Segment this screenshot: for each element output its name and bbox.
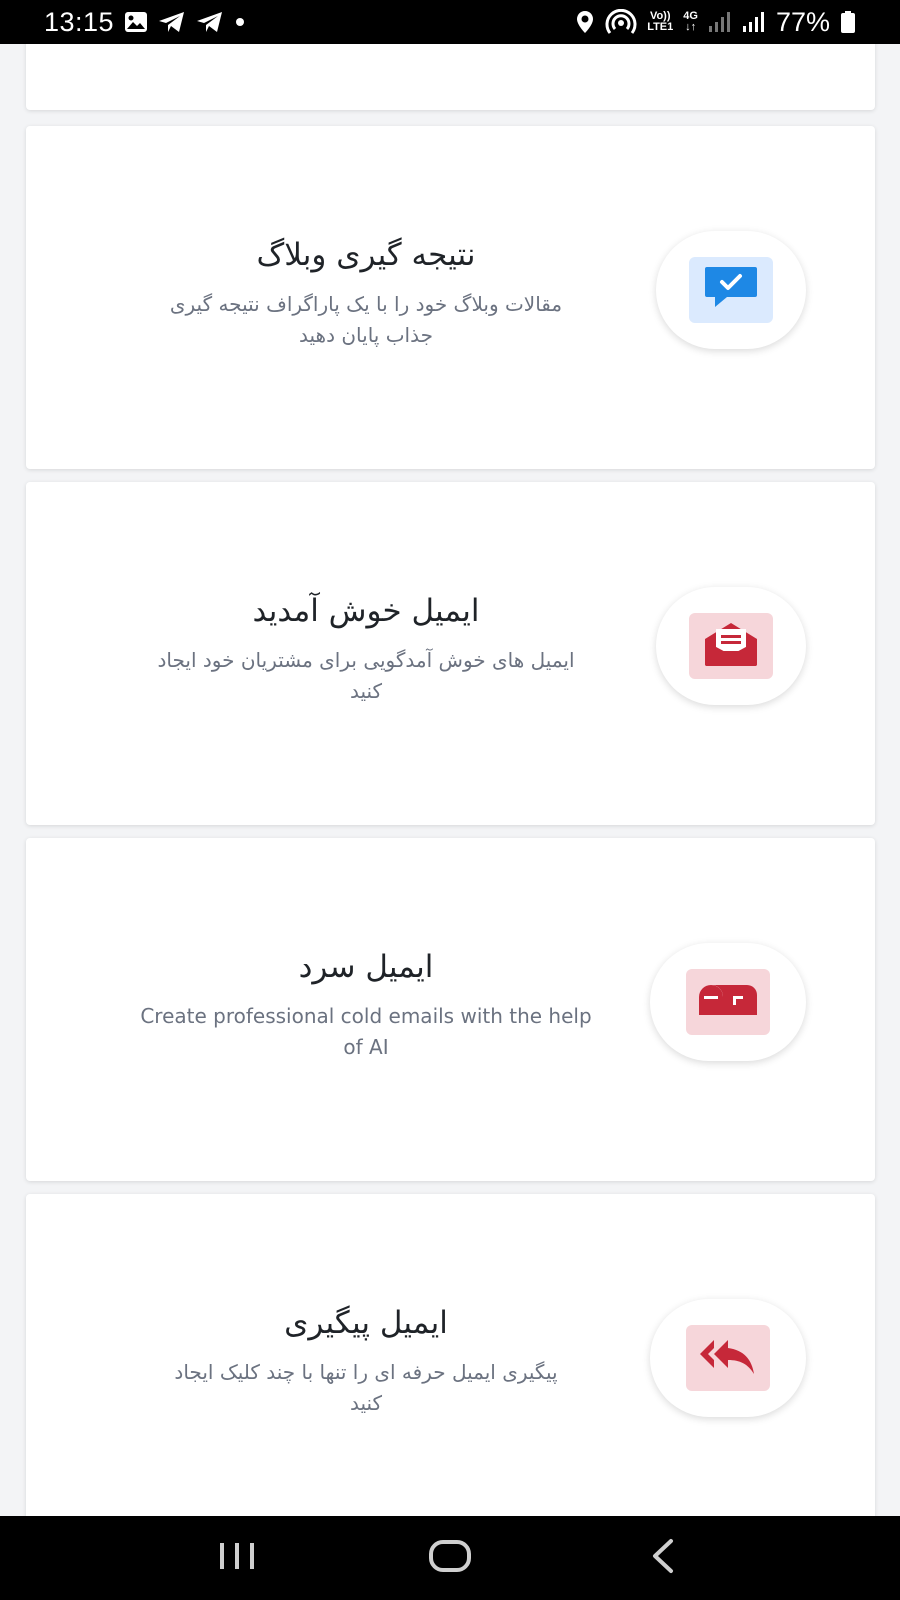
- card-icon-tile: [689, 257, 773, 323]
- card-title: ایمیل خوش آمدید: [252, 593, 480, 629]
- card-description-line: Create professional cold emails with the…: [140, 1004, 592, 1028]
- dot-icon: [234, 16, 246, 28]
- card-icon-tile: [686, 969, 770, 1035]
- lte-label: LTE1: [647, 21, 674, 33]
- card-text: ایمیل خوش آمدید ایمیل های خوش آمدگویی بر…: [86, 589, 646, 707]
- card-followup-email[interactable]: ایمیل پیگیری پیگیری ایمیل حرفه ای را تنه…: [26, 1194, 875, 1516]
- gallery-icon: [124, 11, 148, 33]
- mailbox-icon: [697, 983, 759, 1021]
- card-description: مقالات وبلاگ خود را با یک پاراگراف نتیجه…: [86, 289, 646, 351]
- recent-apps-icon: [217, 1541, 257, 1575]
- status-bar-left: 13:15: [44, 7, 246, 38]
- card-icon-circle: [656, 231, 806, 349]
- signal-icon: [708, 11, 732, 33]
- card-description-line: کنید: [349, 679, 383, 703]
- card-icon-circle: [650, 1299, 806, 1417]
- navigation-bar: [0, 1516, 900, 1600]
- status-bar: 13:15 Vo)) LTE1 4G ↓↑ 77%: [0, 0, 900, 44]
- card-text: ایمیل پیگیری پیگیری ایمیل حرفه ای را تنه…: [86, 1301, 646, 1419]
- location-icon: [575, 10, 595, 34]
- card-blog-conclusion[interactable]: نتیجه گیری وبلاگ مقالات وبلاگ خود را با …: [26, 126, 875, 469]
- status-time: 13:15: [44, 6, 115, 37]
- chat-check-icon: [703, 265, 759, 315]
- card-description: پیگیری ایمیل حرفه ای را تنها با چند کلیک…: [86, 1357, 646, 1419]
- envelope-open-icon: [702, 621, 760, 671]
- recent-apps-button[interactable]: [197, 1528, 277, 1588]
- card-title: نتیجه گیری وبلاگ: [256, 237, 476, 273]
- volte-icon: Vo)) LTE1: [647, 11, 673, 33]
- card-description-line: of AI: [343, 1035, 389, 1059]
- card-description-line: جذاب پایان دهید: [299, 323, 433, 347]
- battery-icon: [840, 10, 856, 34]
- status-bar-right: Vo)) LTE1 4G ↓↑ 77%: [575, 7, 856, 38]
- card-icon-circle: [650, 943, 806, 1061]
- card-description: Create professional cold emails with the…: [86, 1001, 646, 1063]
- card-icon-tile: [689, 613, 773, 679]
- signal-icon: [742, 11, 766, 33]
- telegram-icon: [158, 10, 186, 34]
- card-icon-circle: [656, 587, 806, 705]
- card-title: ایمیل سرد: [298, 949, 434, 985]
- home-button[interactable]: [410, 1528, 490, 1588]
- card-description: ایمیل های خوش آمدگویی برای مشتریان خود ا…: [86, 645, 646, 707]
- card-icon-tile: [686, 1325, 770, 1391]
- card-welcome-email[interactable]: ایمیل خوش آمدید ایمیل های خوش آمدگویی بر…: [26, 482, 875, 825]
- card-title: ایمیل پیگیری: [284, 1305, 448, 1341]
- home-icon: [428, 1539, 472, 1577]
- card-description-line: کنید: [349, 1391, 383, 1415]
- card-cold-email[interactable]: ایمیل سرد Create professional cold email…: [26, 838, 875, 1181]
- battery-percent: 77%: [775, 6, 830, 37]
- hotspot-icon: [605, 9, 637, 35]
- telegram-icon: [196, 10, 224, 34]
- back-button[interactable]: [623, 1528, 703, 1588]
- content-scroll[interactable]: نتیجه گیری وبلاگ مقالات وبلاگ خود را با …: [0, 44, 900, 1516]
- card-text: ایمیل سرد Create professional cold email…: [86, 945, 646, 1063]
- 4g-icon: 4G ↓↑: [683, 10, 698, 33]
- card-text: نتیجه گیری وبلاگ مقالات وبلاگ خود را با …: [86, 233, 646, 351]
- card-description-line: مقالات وبلاگ خود را با یک پاراگراف نتیجه…: [169, 292, 563, 316]
- card-description-line: ایمیل های خوش آمدگویی برای مشتریان خود ا…: [157, 648, 575, 672]
- card-partial[interactable]: [26, 44, 875, 110]
- reply-all-icon: [698, 1336, 758, 1380]
- back-icon: [649, 1538, 677, 1578]
- card-description-line: پیگیری ایمیل حرفه ای را تنها با چند کلیک…: [174, 1360, 558, 1384]
